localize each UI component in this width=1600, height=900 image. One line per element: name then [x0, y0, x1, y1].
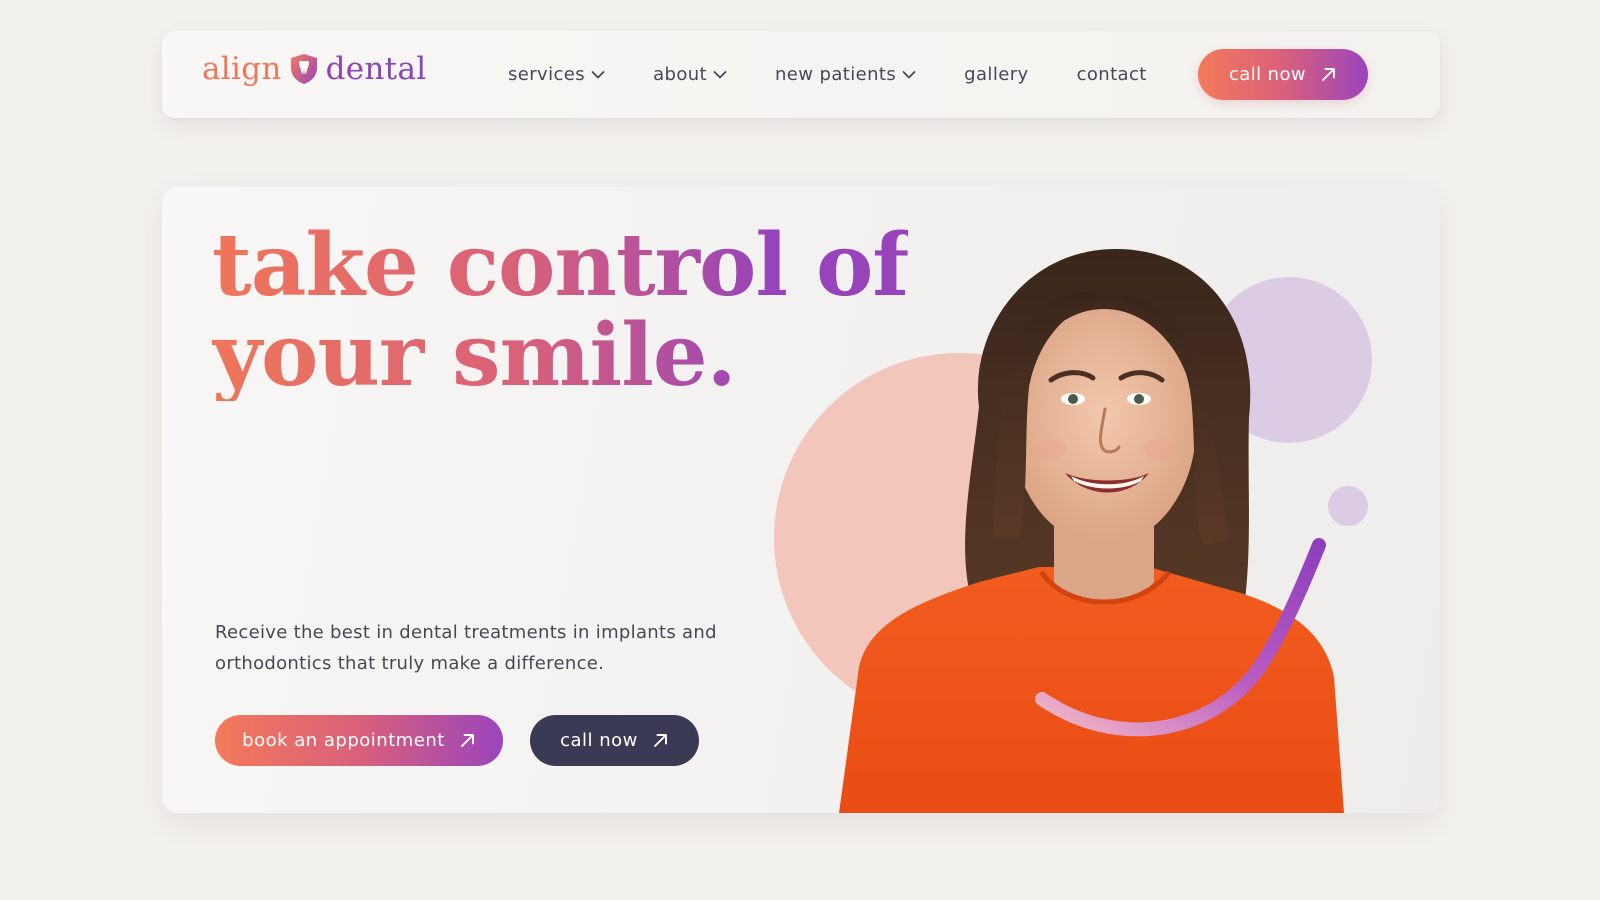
hero-portrait-image	[839, 248, 1344, 813]
headline-line-2: your smile.	[212, 305, 736, 406]
nav-item-services[interactable]: services	[508, 64, 605, 85]
arrow-up-right-icon	[653, 734, 667, 747]
arrow-up-right-icon	[460, 734, 474, 747]
nav-item-gallery[interactable]: gallery	[964, 64, 1028, 85]
chevron-down-icon	[902, 70, 916, 78]
chevron-down-icon	[713, 70, 727, 78]
nav-item-label: contact	[1076, 64, 1147, 85]
hero-description: Receive the best in dental treatments in…	[215, 622, 717, 674]
header-call-now-button[interactable]: call now	[1198, 49, 1368, 100]
nav-item-label: gallery	[964, 64, 1029, 85]
nav-item-label: about	[653, 64, 707, 85]
nav-item-contact[interactable]: contact	[1077, 64, 1147, 85]
nav-item-label: services	[508, 64, 586, 85]
hero-section: take control of your smile. Receive the …	[162, 187, 1440, 813]
button-label: call now	[560, 730, 638, 751]
arrow-up-right-icon	[1322, 68, 1335, 81]
chevron-down-icon	[591, 70, 605, 78]
nav-item-about[interactable]: about	[653, 64, 727, 85]
hero-call-now-button[interactable]: call now	[530, 715, 699, 766]
logo-text-dental: dental	[325, 51, 427, 87]
logo[interactable]: align dental	[202, 51, 426, 87]
tooth-shield-icon	[290, 54, 317, 84]
logo-text-align: align	[202, 51, 282, 87]
nav-item-new-patients[interactable]: new patients	[775, 64, 916, 85]
hero-headline: take control of your smile.	[212, 221, 908, 401]
book-appointment-button[interactable]: book an appointment	[215, 715, 503, 766]
top-navigation: align dental services about new patients	[162, 31, 1440, 118]
nav-item-label: new patients	[775, 64, 897, 85]
button-label: call now	[1229, 64, 1306, 85]
nav-links: services about new patients gallery cont…	[508, 31, 1195, 118]
headline-line-1: take control of	[212, 215, 909, 316]
button-label: book an appointment	[242, 730, 445, 751]
